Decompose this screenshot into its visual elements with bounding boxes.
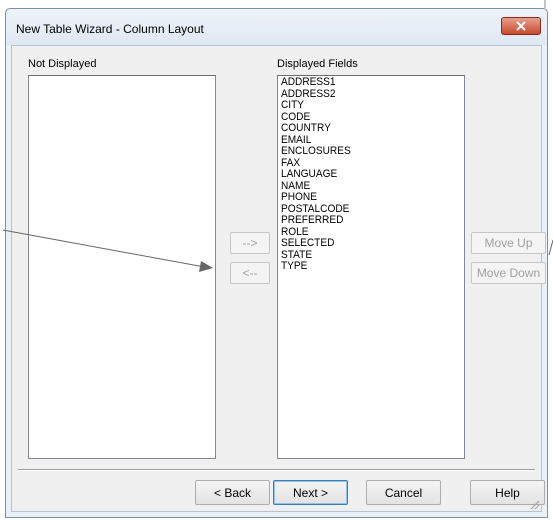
list-item[interactable]: PHONE [281, 191, 351, 204]
not-displayed-listbox[interactable] [28, 75, 216, 459]
cancel-button[interactable]: Cancel [366, 480, 441, 505]
column-layout-dialog: New Table Wizard - Column Layout Not Dis… [5, 8, 548, 518]
list-item[interactable]: CITY [281, 99, 351, 112]
list-item[interactable]: PREFERRED [281, 214, 351, 227]
list-item[interactable]: LANGUAGE [281, 168, 351, 181]
close-icon [516, 21, 526, 31]
remove-field-button[interactable]: <-- [230, 262, 270, 284]
footer-separator [18, 469, 535, 471]
move-up-button[interactable]: Move Up [471, 232, 546, 254]
add-field-button[interactable]: --> [230, 232, 270, 254]
back-button[interactable]: < Back [195, 480, 270, 505]
list-item[interactable]: COUNTRY [281, 122, 351, 135]
list-item[interactable]: ENCLOSURES [281, 145, 351, 158]
title-bar[interactable]: New Table Wizard - Column Layout [6, 9, 547, 45]
close-button[interactable] [501, 17, 541, 35]
window-title: New Table Wizard - Column Layout [16, 22, 204, 36]
list-item[interactable]: ADDRESS1 [281, 76, 351, 89]
displayed-fields-listbox[interactable]: ADDRESS1 ADDRESS2 CITY CODE COUNTRY EMAIL ENCL… [277, 75, 465, 459]
dialog-client-area: Not Displayed Displayed Fields ADDRESS1 A… [11, 45, 546, 512]
list-item[interactable]: TYPE [281, 260, 351, 273]
callout-arrow-move-up [548, 239, 553, 256]
displayed-fields-label: Displayed Fields [277, 58, 358, 70]
resize-grip-icon[interactable] [528, 498, 540, 510]
next-button[interactable]: Next > [273, 480, 348, 505]
move-down-button[interactable]: Move Down [471, 262, 546, 284]
list-item[interactable]: SELECTED [281, 237, 351, 250]
not-displayed-label: Not Displayed [28, 58, 97, 70]
displayed-fields-items: ADDRESS1 ADDRESS2 CITY CODE COUNTRY EMAIL ENCL… [281, 76, 351, 273]
